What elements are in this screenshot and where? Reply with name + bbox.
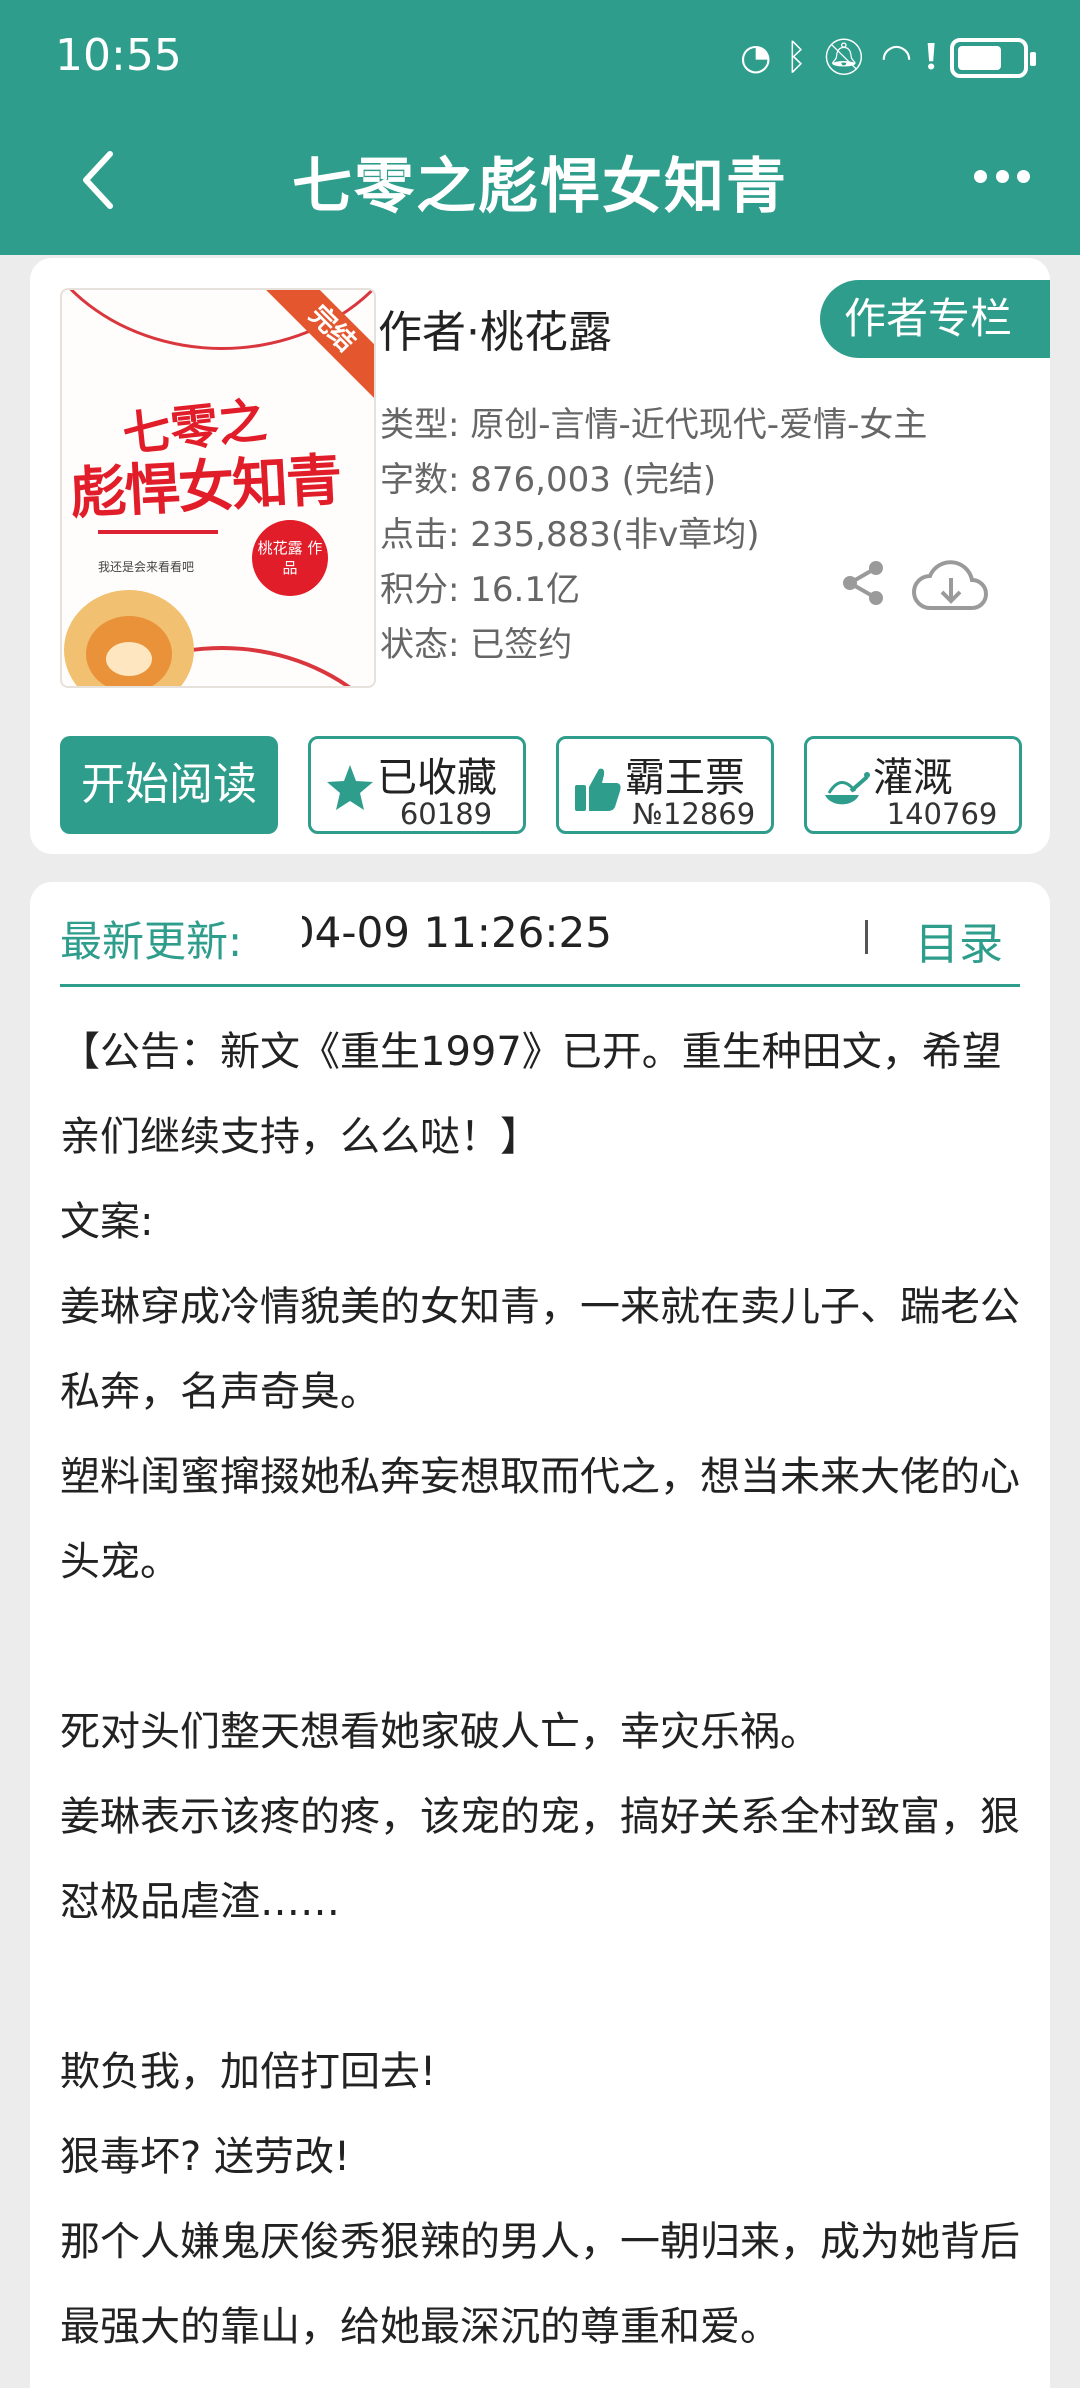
share-icon <box>843 561 883 605</box>
meta-word-count: 字数: 876,003 (完结) <box>380 460 717 500</box>
bluetooth-icon: ᛒ <box>785 37 808 78</box>
water-button[interactable]: 灌溉 140769 <box>804 736 1022 834</box>
book-info-card: 完结 七零之 彪悍女知青 我还是会来看看吧 桃花露 作品 作者·桃花露 作者专栏… <box>30 258 1050 854</box>
cover-tagline: 我还是会来看看吧 <box>98 560 195 574</box>
ticket-button[interactable]: 霸王票 №12869 <box>556 736 774 834</box>
start-reading-button[interactable]: 开始阅读 <box>60 736 278 834</box>
favorite-button[interactable]: 已收藏 60189 <box>308 736 526 834</box>
description-paragraph: 狠毒坏? 送劳改! <box>60 2134 350 2180</box>
wifi-icon: ◠ <box>880 37 913 78</box>
meta-status: 状态: 已签约 <box>380 625 573 665</box>
cloud-download-icon <box>912 560 988 610</box>
status-icons: ◔ ᛒ 🔕︎ ◠ ❗︎ <box>740 30 1036 86</box>
book-meta: 类型: 原创-言情-近代现代-爱情-女主 字数: 876,003 (完结) 点击… <box>380 398 927 673</box>
book-description: 【公告：新文《重生1997》已开。重生种田文，希望亲们继续支持，么么哒！】 文案… <box>60 1010 1020 2370</box>
tiger-illustration <box>64 590 194 686</box>
description-paragraph: 姜琳穿成冷情貌美的女知青，一来就在卖儿子、踹老公私奔，名声奇臭。 <box>60 1284 1020 1415</box>
alert-icon: ❗︎ <box>926 37 936 78</box>
author-column-button[interactable]: 作者专栏 <box>820 280 1050 358</box>
description-card: 最新更新: 2023-04-09 11:26:25 目录 【公告：新文《重生19… <box>30 882 1050 2388</box>
description-paragraph: 文案: <box>60 1199 154 1245</box>
description-paragraph: 【公告：新文《重生1997》已开。重生种田文，希望亲们继续支持，么么哒！】 <box>60 1029 1002 1160</box>
header-divider <box>60 984 1020 987</box>
action-row: 开始阅读 已收藏 60189 霸王票 №12869 灌溉 140769 <box>60 736 1022 836</box>
battery-icon <box>950 38 1036 78</box>
watering-can-icon <box>825 772 870 805</box>
cover-author-stamp: 桃花露 作品 <box>252 520 328 596</box>
download-button[interactable] <box>910 554 990 614</box>
share-button[interactable] <box>838 558 888 608</box>
page-title: 七零之彪悍女知青 <box>292 152 788 222</box>
favorite-label: 已收藏 <box>377 755 497 801</box>
description-paragraph: 死对头们整天想看她家破人亡，幸灾乐祸。 <box>60 1709 820 1755</box>
ticket-count: №12869 <box>632 797 756 831</box>
mute-bell-icon: 🔕︎ <box>821 37 867 78</box>
description-paragraph <box>60 1945 1020 2030</box>
star-icon <box>327 765 373 810</box>
latest-update-time-text: 2023-04-09 11:26:25 <box>302 908 612 957</box>
table-of-contents-button[interactable]: 目录 <box>915 908 1003 972</box>
speed-icon: ◔ <box>740 37 772 78</box>
latest-update-label: 最新更新: <box>60 917 243 966</box>
book-cover[interactable]: 完结 七零之 彪悍女知青 我还是会来看看吧 桃花露 作品 <box>60 288 376 688</box>
status-time: 10:55 <box>55 30 182 81</box>
water-label: 灌溉 <box>873 755 953 801</box>
cover-divider <box>98 530 218 534</box>
divider-bar <box>865 920 868 954</box>
meta-clicks: 点击: 235,883(非v章均) <box>380 515 760 555</box>
thumbs-up-icon <box>575 768 621 811</box>
description-paragraph: 欺负我，加倍打回去! <box>60 2049 437 2095</box>
more-options-button[interactable] <box>974 170 1030 190</box>
meta-genre: 类型: 原创-言情-近代现代-爱情-女主 <box>380 405 928 445</box>
description-paragraph: 姜琳表示该疼的疼，该宠的宠，搞好关系全村致富，狠怼极品虐渣…… <box>60 1794 1020 1925</box>
dot-icon <box>995 170 1009 183</box>
favorite-count: 60189 <box>399 797 493 831</box>
ticket-label: 霸王票 <box>625 755 745 801</box>
author-name[interactable]: 作者·桃花露 <box>378 296 612 360</box>
water-count: 140769 <box>886 797 998 831</box>
description-paragraph: 塑料闺蜜撺掇她私奔妄想取而代之，想当未来大佬的心头宠。 <box>60 1454 1020 1585</box>
app-header: 10:55 ◔ ᛒ 🔕︎ ◠ ❗︎ 七零之彪悍女知青 <box>0 0 1080 255</box>
description-paragraph <box>60 1605 1020 1690</box>
latest-update-time[interactable]: 2023-04-09 11:26:25 <box>302 908 612 957</box>
description-paragraph: 那个人嫌鬼厌俊秀狠辣的男人，一朝归来，成为她背后最强大的靠山，给她最深沉的尊重和… <box>60 2219 1020 2350</box>
dot-icon <box>1017 170 1030 183</box>
dot-icon <box>974 170 987 183</box>
cover-title-line2: 彪悍女知青 <box>68 447 342 528</box>
